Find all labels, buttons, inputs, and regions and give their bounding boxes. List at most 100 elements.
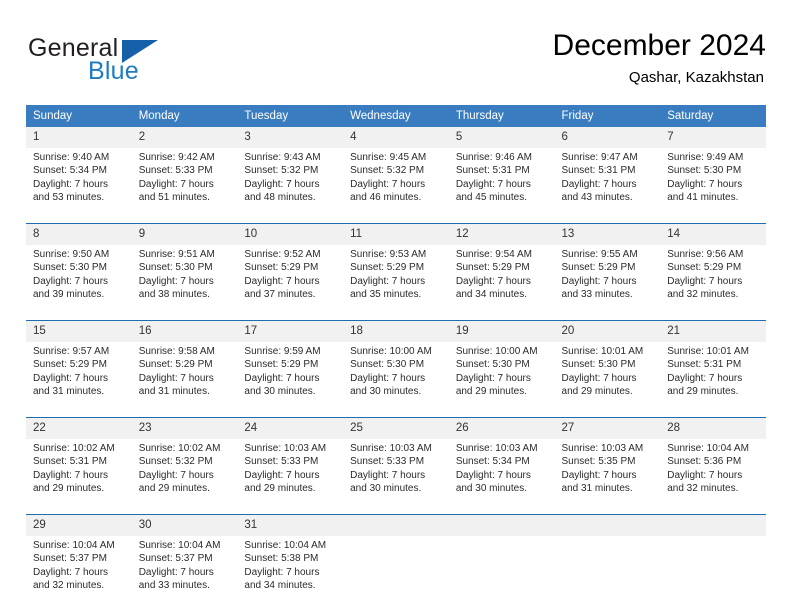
week-detail-row: Sunrise: 10:02 AM Sunset: 5:31 PM Daylig… bbox=[26, 439, 766, 515]
sunset-text: Sunset: 5:29 PM bbox=[138, 359, 213, 371]
day-cell[interactable]: Sunrise: 9:58 AM Sunset: 5:29 PM Dayligh… bbox=[131, 342, 238, 418]
daylight-text-line2: and 29 minutes. bbox=[33, 483, 105, 495]
day-number[interactable]: 8 bbox=[26, 223, 132, 245]
daylight-text-line1: Daylight: 7 hours bbox=[138, 275, 214, 287]
day-number[interactable]: 27 bbox=[554, 417, 661, 439]
daylight-text-line2: and 33 minutes. bbox=[561, 289, 633, 301]
day-number[interactable]: 12 bbox=[448, 223, 555, 245]
day-cell[interactable]: Sunrise: 10:03 AM Sunset: 5:33 PM Daylig… bbox=[237, 439, 344, 515]
day-number[interactable]: 5 bbox=[448, 127, 555, 148]
daylight-text-line2: and 33 minutes. bbox=[138, 580, 210, 592]
day-cell[interactable]: Sunrise: 9:50 AM Sunset: 5:30 PM Dayligh… bbox=[26, 245, 132, 321]
day-number[interactable]: 3 bbox=[237, 127, 344, 148]
day-number[interactable]: 23 bbox=[131, 417, 238, 439]
calendar-table: Sunday Monday Tuesday Wednesday Thursday… bbox=[26, 105, 766, 611]
week-daynumber-row: 8 9 10 11 12 13 14 bbox=[26, 223, 766, 245]
week-detail-row: Sunrise: 10:04 AM Sunset: 5:37 PM Daylig… bbox=[26, 536, 766, 611]
sunset-text: Sunset: 5:30 PM bbox=[350, 359, 425, 371]
weekday-header-monday: Monday bbox=[131, 105, 238, 127]
day-number[interactable]: 31 bbox=[237, 514, 344, 536]
day-cell[interactable]: Sunrise: 10:04 AM Sunset: 5:37 PM Daylig… bbox=[26, 536, 132, 611]
location-subtitle: Qashar, Kazakhstan bbox=[628, 69, 764, 86]
day-cell[interactable]: Sunrise: 10:03 AM Sunset: 5:34 PM Daylig… bbox=[448, 439, 555, 515]
sunset-text: Sunset: 5:35 PM bbox=[561, 456, 636, 468]
day-number[interactable]: 24 bbox=[237, 417, 344, 439]
day-number[interactable]: 30 bbox=[131, 514, 238, 536]
day-number[interactable]: 21 bbox=[660, 320, 766, 342]
daylight-text-line2: and 30 minutes. bbox=[455, 483, 527, 495]
day-cell[interactable]: Sunrise: 10:02 AM Sunset: 5:32 PM Daylig… bbox=[131, 439, 238, 515]
day-cell[interactable]: Sunrise: 9:57 AM Sunset: 5:29 PM Dayligh… bbox=[26, 342, 132, 418]
day-cell[interactable]: Sunrise: 9:53 AM Sunset: 5:29 PM Dayligh… bbox=[343, 245, 449, 321]
day-cell[interactable]: Sunrise: 9:55 AM Sunset: 5:29 PM Dayligh… bbox=[554, 245, 661, 321]
daylight-text-line2: and 53 minutes. bbox=[33, 192, 105, 204]
day-number[interactable]: 28 bbox=[660, 417, 766, 439]
day-number[interactable]: 10 bbox=[237, 223, 344, 245]
day-number[interactable]: 6 bbox=[554, 127, 661, 148]
day-cell[interactable]: Sunrise: 9:59 AM Sunset: 5:29 PM Dayligh… bbox=[237, 342, 344, 418]
day-cell[interactable]: Sunrise: 9:52 AM Sunset: 5:29 PM Dayligh… bbox=[237, 245, 344, 321]
daylight-text-line1: Daylight: 7 hours bbox=[138, 372, 214, 384]
day-cell[interactable]: Sunrise: 10:01 AM Sunset: 5:31 PM Daylig… bbox=[660, 342, 766, 418]
day-cell[interactable]: Sunrise: 10:00 AM Sunset: 5:30 PM Daylig… bbox=[343, 342, 449, 418]
day-cell[interactable]: Sunrise: 9:45 AM Sunset: 5:32 PM Dayligh… bbox=[343, 148, 449, 224]
day-cell[interactable]: Sunrise: 9:46 AM Sunset: 5:31 PM Dayligh… bbox=[448, 148, 555, 224]
day-number[interactable]: 18 bbox=[343, 320, 449, 342]
sunset-text: Sunset: 5:31 PM bbox=[455, 165, 530, 177]
day-cell[interactable]: Sunrise: 10:04 AM Sunset: 5:36 PM Daylig… bbox=[660, 439, 766, 515]
daylight-text-line1: Daylight: 7 hours bbox=[455, 469, 531, 481]
day-cell-empty bbox=[660, 536, 766, 611]
day-cell[interactable]: Sunrise: 9:56 AM Sunset: 5:29 PM Dayligh… bbox=[660, 245, 766, 321]
week-detail-row: Sunrise: 9:50 AM Sunset: 5:30 PM Dayligh… bbox=[26, 245, 766, 321]
day-number[interactable]: 17 bbox=[237, 320, 344, 342]
daylight-text-line2: and 48 minutes. bbox=[244, 192, 316, 204]
daylight-text-line1: Daylight: 7 hours bbox=[350, 469, 426, 481]
daylight-text-line2: and 37 minutes. bbox=[244, 289, 316, 301]
day-cell[interactable]: Sunrise: 10:03 AM Sunset: 5:35 PM Daylig… bbox=[554, 439, 661, 515]
sunrise-text: Sunrise: 9:58 AM bbox=[138, 346, 215, 357]
day-number[interactable]: 22 bbox=[26, 417, 132, 439]
sunrise-text: Sunrise: 10:04 AM bbox=[667, 443, 749, 454]
day-number[interactable]: 11 bbox=[343, 223, 449, 245]
sunset-text: Sunset: 5:30 PM bbox=[138, 262, 213, 274]
day-cell[interactable]: Sunrise: 9:42 AM Sunset: 5:33 PM Dayligh… bbox=[131, 148, 238, 224]
day-number[interactable]: 14 bbox=[660, 223, 766, 245]
daylight-text-line1: Daylight: 7 hours bbox=[561, 372, 637, 384]
day-cell[interactable]: Sunrise: 10:03 AM Sunset: 5:33 PM Daylig… bbox=[343, 439, 449, 515]
day-number[interactable]: 19 bbox=[448, 320, 555, 342]
day-cell[interactable]: Sunrise: 10:02 AM Sunset: 5:31 PM Daylig… bbox=[26, 439, 132, 515]
day-cell[interactable]: Sunrise: 10:04 AM Sunset: 5:38 PM Daylig… bbox=[237, 536, 344, 611]
day-number[interactable]: 25 bbox=[343, 417, 449, 439]
sunset-text: Sunset: 5:30 PM bbox=[33, 262, 107, 274]
day-number[interactable]: 29 bbox=[26, 514, 132, 536]
day-cell[interactable]: Sunrise: 10:00 AM Sunset: 5:30 PM Daylig… bbox=[448, 342, 555, 418]
day-cell[interactable]: Sunrise: 10:01 AM Sunset: 5:30 PM Daylig… bbox=[554, 342, 661, 418]
sunrise-text: Sunrise: 10:04 AM bbox=[244, 540, 327, 551]
day-number[interactable]: 2 bbox=[131, 127, 238, 148]
daylight-text-line1: Daylight: 7 hours bbox=[455, 178, 531, 190]
day-number[interactable]: 15 bbox=[26, 320, 132, 342]
day-cell[interactable]: Sunrise: 9:49 AM Sunset: 5:30 PM Dayligh… bbox=[660, 148, 766, 224]
day-number[interactable]: 4 bbox=[343, 127, 449, 148]
day-number[interactable]: 16 bbox=[131, 320, 238, 342]
general-blue-logo[interactable]: General Blue bbox=[26, 34, 246, 92]
day-cell[interactable]: Sunrise: 9:40 AM Sunset: 5:34 PM Dayligh… bbox=[26, 148, 132, 224]
daylight-text-line1: Daylight: 7 hours bbox=[561, 275, 637, 287]
day-cell[interactable]: Sunrise: 9:54 AM Sunset: 5:29 PM Dayligh… bbox=[448, 245, 555, 321]
day-cell[interactable]: Sunrise: 9:43 AM Sunset: 5:32 PM Dayligh… bbox=[237, 148, 344, 224]
day-number[interactable]: 7 bbox=[660, 127, 766, 148]
day-cell[interactable]: Sunrise: 9:47 AM Sunset: 5:31 PM Dayligh… bbox=[554, 148, 661, 224]
daylight-text-line1: Daylight: 7 hours bbox=[138, 566, 214, 578]
daylight-text-line1: Daylight: 7 hours bbox=[138, 178, 214, 190]
day-cell[interactable]: Sunrise: 9:51 AM Sunset: 5:30 PM Dayligh… bbox=[131, 245, 238, 321]
day-number[interactable]: 20 bbox=[554, 320, 661, 342]
day-number[interactable]: 26 bbox=[448, 417, 555, 439]
day-number[interactable]: 1 bbox=[26, 127, 132, 148]
sunrise-text: Sunrise: 9:49 AM bbox=[667, 152, 744, 163]
sunset-text: Sunset: 5:30 PM bbox=[455, 359, 530, 371]
weekday-header-friday: Friday bbox=[554, 105, 661, 127]
daylight-text-line2: and 39 minutes. bbox=[33, 289, 105, 301]
day-number[interactable]: 13 bbox=[554, 223, 661, 245]
day-cell[interactable]: Sunrise: 10:04 AM Sunset: 5:37 PM Daylig… bbox=[131, 536, 238, 611]
day-number[interactable]: 9 bbox=[131, 223, 238, 245]
